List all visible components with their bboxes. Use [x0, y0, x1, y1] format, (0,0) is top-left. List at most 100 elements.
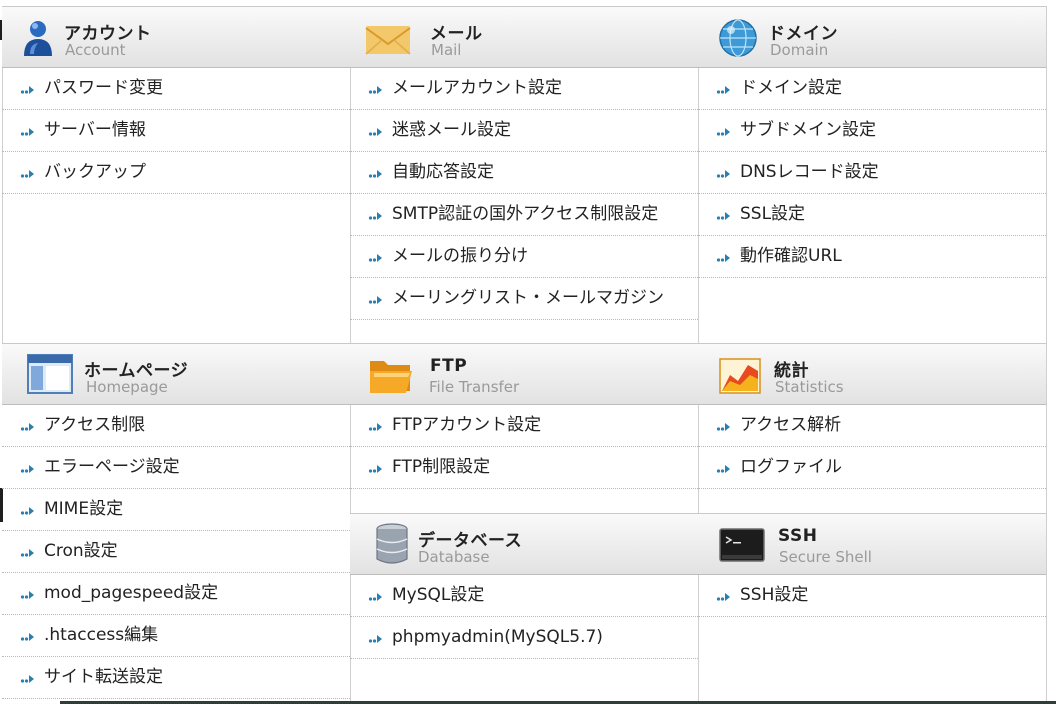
menu-list-homepage: アクセス制限 エラーページ設定 MIME設定 Cron設定 mod_pagesp…: [2, 405, 350, 699]
arrow-icon: [368, 423, 382, 431]
menu-item-domain[interactable]: 動作確認URL: [698, 236, 1046, 278]
envelope-icon: [365, 26, 411, 55]
arrow-icon: [20, 423, 34, 431]
section-header-ftp: FTP File Transfer: [350, 343, 698, 405]
arrow-icon: [20, 86, 34, 94]
section-mail: メール Mail メールアカウント設定 迷惑メール設定 自動応答設定 SMTP認…: [350, 6, 698, 320]
menu-item-label: サーバー情報: [44, 120, 146, 140]
menu-item-label: エラーページ設定: [44, 457, 180, 477]
section-header-account: アカウント Account: [2, 6, 350, 68]
section-subtitle: Account: [65, 41, 126, 59]
menu-item-label: FTPアカウント設定: [392, 415, 542, 435]
menu-item-label: mod_pagespeed設定: [44, 583, 219, 603]
section-account: アカウント Account パスワード変更 サーバー情報 バックアップ: [2, 6, 350, 194]
menu-item-label: メールアカウント設定: [392, 78, 562, 98]
database-icon: [376, 523, 408, 564]
menu-item-label: SSH設定: [740, 585, 809, 605]
section-title: FTP: [430, 356, 468, 376]
section-subtitle: Statistics: [775, 378, 844, 396]
section-subtitle: Database: [418, 548, 490, 566]
section-ftp: FTP File Transfer FTPアカウント設定 FTP制限設定: [350, 343, 698, 489]
menu-item-label: DNSレコード設定: [740, 162, 879, 182]
section-subtitle: Domain: [770, 41, 829, 59]
menu-item-ssh[interactable]: SSH設定: [698, 575, 1046, 617]
menu-item-homepage[interactable]: アクセス制限: [2, 405, 350, 447]
section-ssh: SSH Secure Shell SSH設定: [698, 513, 1046, 617]
arrow-icon: [368, 212, 382, 220]
globe-icon: [719, 19, 757, 57]
menu-item-stats[interactable]: ログファイル: [698, 447, 1046, 489]
menu-item-account[interactable]: サーバー情報: [2, 110, 350, 152]
menu-list-ssh: SSH設定: [698, 575, 1046, 617]
section-subtitle: Mail: [431, 41, 462, 59]
menu-item-label: MIME設定: [44, 499, 124, 519]
menu-item-homepage[interactable]: Cron設定: [2, 531, 350, 573]
section-subtitle: File Transfer: [429, 378, 520, 396]
menu-item-mail[interactable]: SMTP認証の国外アクセス制限設定: [350, 194, 698, 236]
menu-item-mail[interactable]: メーリングリスト・メールマガジン: [350, 278, 698, 320]
menu-list-mail: メールアカウント設定 迷惑メール設定 自動応答設定 SMTP認証の国外アクセス制…: [350, 68, 698, 320]
menu-item-ftp[interactable]: FTP制限設定: [350, 447, 698, 489]
arrow-icon: [368, 635, 382, 643]
menu-item-domain[interactable]: ドメイン設定: [698, 68, 1046, 110]
terminal-icon: [719, 528, 765, 562]
menu-item-label: ログファイル: [740, 457, 842, 477]
menu-item-account[interactable]: パスワード変更: [2, 68, 350, 110]
menu-item-domain[interactable]: DNSレコード設定: [698, 152, 1046, 194]
arrow-icon: [368, 593, 382, 601]
folder-icon: [370, 361, 412, 393]
section-header-database: データベース Database: [350, 513, 698, 575]
menu-item-account[interactable]: バックアップ: [2, 152, 350, 194]
menu-item-label: MySQL設定: [392, 585, 485, 605]
menu-item-domain[interactable]: SSL設定: [698, 194, 1046, 236]
arrow-icon: [20, 170, 34, 178]
menu-item-label: メールの振り分け: [392, 246, 528, 266]
menu-item-ftp[interactable]: FTPアカウント設定: [350, 405, 698, 447]
menu-item-stats[interactable]: アクセス解析: [698, 405, 1046, 447]
section-header-stats: 統計 Statistics: [698, 343, 1046, 405]
menu-item-label: アクセス解析: [740, 415, 842, 435]
section-header-mail: メール Mail: [350, 6, 698, 68]
arrow-icon: [716, 212, 730, 220]
menu-item-label: サイト転送設定: [44, 667, 163, 687]
section-database: データベース Database MySQL設定 phpmyadmin(MySQL…: [350, 513, 698, 659]
arrow-icon: [368, 170, 382, 178]
arrow-icon: [716, 465, 730, 473]
menu-item-mail[interactable]: 迷惑メール設定: [350, 110, 698, 152]
arrow-icon: [20, 465, 34, 473]
menu-item-label: ドメイン設定: [740, 78, 842, 98]
menu-item-label: phpmyadmin(MySQL5.7): [392, 627, 603, 647]
menu-item-homepage[interactable]: サイト転送設定: [2, 657, 350, 699]
menu-item-mail[interactable]: 自動応答設定: [350, 152, 698, 194]
menu-item-label: サブドメイン設定: [740, 120, 876, 140]
menu-item-homepage[interactable]: .htaccess編集: [2, 615, 350, 657]
section-homepage: ホームページ Homepage アクセス制限 エラーページ設定 MIME設定 C…: [2, 343, 350, 699]
arrow-icon: [716, 128, 730, 136]
menu-list-domain: ドメイン設定 サブドメイン設定 DNSレコード設定 SSL設定 動作確認URL: [698, 68, 1046, 278]
menu-list-ftp: FTPアカウント設定 FTP制限設定: [350, 405, 698, 489]
menu-list-stats: アクセス解析 ログファイル: [698, 405, 1046, 489]
menu-item-label: 動作確認URL: [740, 246, 842, 266]
menu-item-label: Cron設定: [44, 541, 118, 561]
menu-item-label: メーリングリスト・メールマガジン: [392, 288, 664, 308]
arrow-icon: [20, 549, 34, 557]
section-header-domain: ドメイン Domain: [698, 6, 1046, 68]
column-divider-right: [1046, 6, 1047, 702]
section-stats: 統計 Statistics アクセス解析 ログファイル: [698, 343, 1046, 489]
menu-item-label: アクセス制限: [44, 415, 146, 435]
menu-item-homepage[interactable]: MIME設定: [2, 489, 350, 531]
menu-item-homepage[interactable]: mod_pagespeed設定: [2, 573, 350, 615]
section-subtitle: Secure Shell: [779, 548, 872, 566]
section-title: SSH: [778, 526, 818, 546]
menu-item-label: 自動応答設定: [392, 162, 494, 182]
arrow-icon: [20, 633, 34, 641]
arrow-icon: [20, 507, 34, 515]
menu-list-account: パスワード変更 サーバー情報 バックアップ: [2, 68, 350, 194]
menu-item-database[interactable]: MySQL設定: [350, 575, 698, 617]
menu-item-homepage[interactable]: エラーページ設定: [2, 447, 350, 489]
menu-item-domain[interactable]: サブドメイン設定: [698, 110, 1046, 152]
menu-item-mail[interactable]: メールアカウント設定: [350, 68, 698, 110]
section-subtitle: Homepage: [86, 378, 168, 396]
menu-item-mail[interactable]: メールの振り分け: [350, 236, 698, 278]
menu-item-database[interactable]: phpmyadmin(MySQL5.7): [350, 617, 698, 659]
